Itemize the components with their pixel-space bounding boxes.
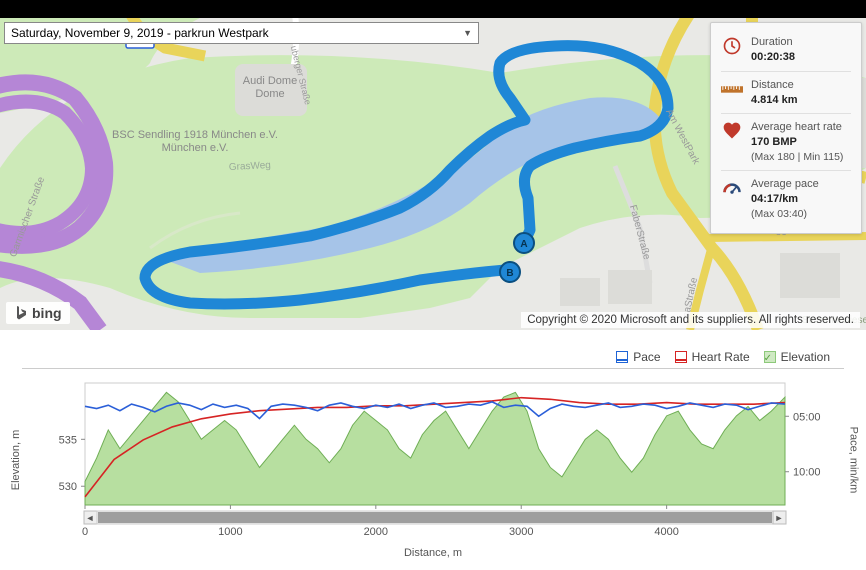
gauge-icon: [721, 177, 743, 199]
stat-value: 04:17/km: [751, 192, 819, 207]
bing-icon: [14, 305, 28, 321]
bing-logo: bing: [6, 302, 70, 324]
window-titlebar: [0, 0, 866, 18]
stat-label: Average heart rate: [751, 120, 843, 135]
chart-legend: Pace Heart Rate Elevation: [22, 346, 844, 369]
legend-elevation[interactable]: Elevation: [764, 350, 830, 364]
svg-text:A: A: [520, 239, 527, 250]
y-axis-right-label: Pace, min/km: [848, 427, 860, 494]
svg-text:3000: 3000: [509, 526, 533, 538]
legend-pace[interactable]: Pace: [616, 350, 660, 364]
check-icon: [764, 351, 776, 363]
stat-distance: Distance 4.814 km: [721, 71, 851, 112]
svg-text:Audi Dome: Audi Dome: [243, 75, 297, 87]
stat-label: Distance: [751, 78, 797, 93]
heart-icon: [721, 120, 743, 142]
check-icon: [675, 351, 687, 363]
map-copyright: Copyright © 2020 Microsoft and its suppl…: [521, 312, 860, 328]
stats-panel: Duration 00:20:38 Distance 4.814 km Aver…: [710, 22, 862, 234]
chevron-down-icon: ▼: [463, 28, 472, 38]
stat-value: 170 BMP: [751, 135, 843, 150]
svg-text:►: ►: [775, 513, 784, 523]
stat-label: Duration: [751, 35, 795, 50]
chart-area[interactable]: Elevation, m Pace, min/km 53553005:0010:…: [22, 375, 844, 545]
x-axis-label: Distance, m: [22, 547, 844, 559]
svg-text:Dome: Dome: [255, 88, 284, 100]
stat-sub: (Max 03:40): [751, 207, 819, 221]
svg-text:530: 530: [59, 481, 77, 493]
stat-value: 4.814 km: [751, 93, 797, 108]
svg-text:B: B: [506, 268, 513, 279]
svg-text:10:00: 10:00: [793, 467, 821, 479]
chart-section: Pace Heart Rate Elevation Elevation, m P…: [0, 338, 866, 570]
stat-pace: Average pace 04:17/km (Max 03:40): [721, 170, 851, 225]
check-icon: [616, 351, 628, 363]
session-dropdown-value: Saturday, November 9, 2019 - parkrun Wes…: [11, 26, 463, 40]
clock-icon: [721, 35, 743, 57]
svg-text:4000: 4000: [654, 526, 678, 538]
chart-canvas[interactable]: 53553005:0010:0001000200030004000◄►: [22, 375, 844, 545]
svg-text:535: 535: [59, 434, 77, 446]
stat-sub: (Max 180 | Min 115): [751, 150, 843, 164]
svg-text:München e.V.: München e.V.: [162, 142, 229, 154]
svg-text:GrasWeg: GrasWeg: [229, 160, 272, 173]
stat-heartrate: Average heart rate 170 BMP (Max 180 | Mi…: [721, 113, 851, 168]
svg-text:0: 0: [82, 526, 88, 538]
stat-value: 00:20:38: [751, 50, 795, 65]
legend-hr[interactable]: Heart Rate: [675, 350, 750, 364]
session-dropdown[interactable]: Saturday, November 9, 2019 - parkrun Wes…: [4, 22, 479, 44]
svg-text:05:00: 05:00: [793, 411, 821, 423]
svg-text:BSC Sendling 1918 München e.V.: BSC Sendling 1918 München e.V.: [112, 129, 278, 141]
chart-scrollbar: ◄►: [84, 511, 786, 524]
svg-text:◄: ◄: [86, 513, 95, 523]
map-panel[interactable]: A B B2R Audi Dome Dome BSC Sendling 1918…: [0, 18, 866, 330]
svg-text:1000: 1000: [218, 526, 242, 538]
y-axis-left-label: Elevation, m: [10, 430, 22, 491]
stat-duration: Duration 00:20:38: [721, 31, 851, 69]
svg-text:2000: 2000: [364, 526, 388, 538]
ruler-icon: [721, 78, 743, 100]
stat-label: Average pace: [751, 177, 819, 192]
